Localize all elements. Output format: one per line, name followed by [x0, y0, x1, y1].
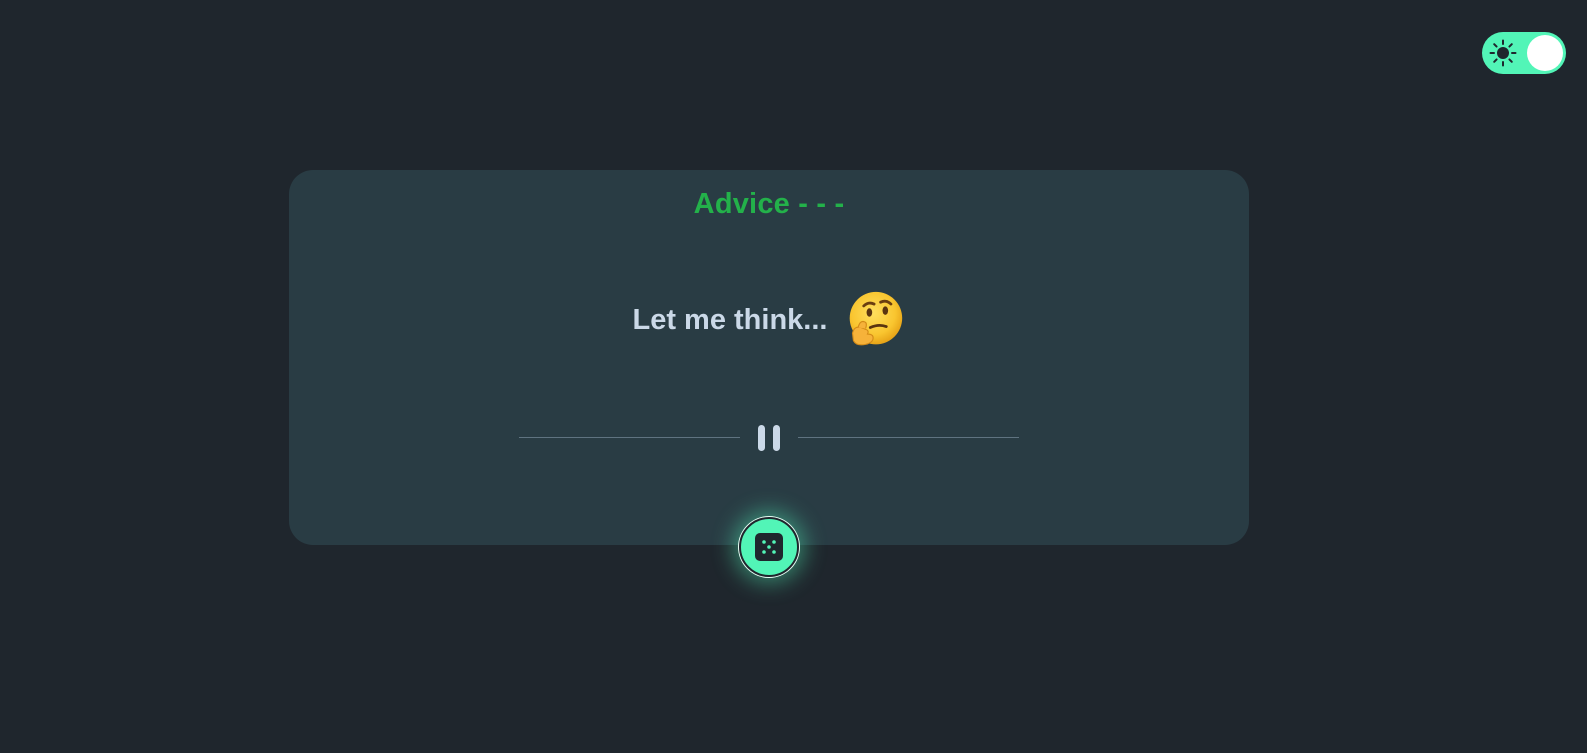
- pause-icon: [758, 425, 780, 451]
- divider-line-right: [798, 437, 1019, 438]
- advice-content: Let me think...: [289, 288, 1249, 352]
- card-divider: [519, 420, 1019, 456]
- sun-icon: [1489, 39, 1517, 67]
- new-advice-button[interactable]: [739, 517, 799, 577]
- advice-page: Advice - - - Let me think...: [0, 0, 1587, 753]
- divider-line-left: [519, 437, 740, 438]
- dice-icon: [755, 533, 783, 561]
- advice-card: Advice - - - Let me think...: [289, 170, 1249, 545]
- theme-toggle[interactable]: [1482, 32, 1566, 74]
- advice-text: Let me think...: [632, 303, 828, 336]
- toggle-knob[interactable]: [1527, 35, 1563, 71]
- thinking-face-icon: [850, 291, 903, 346]
- advice-title: Advice - - -: [693, 188, 845, 220]
